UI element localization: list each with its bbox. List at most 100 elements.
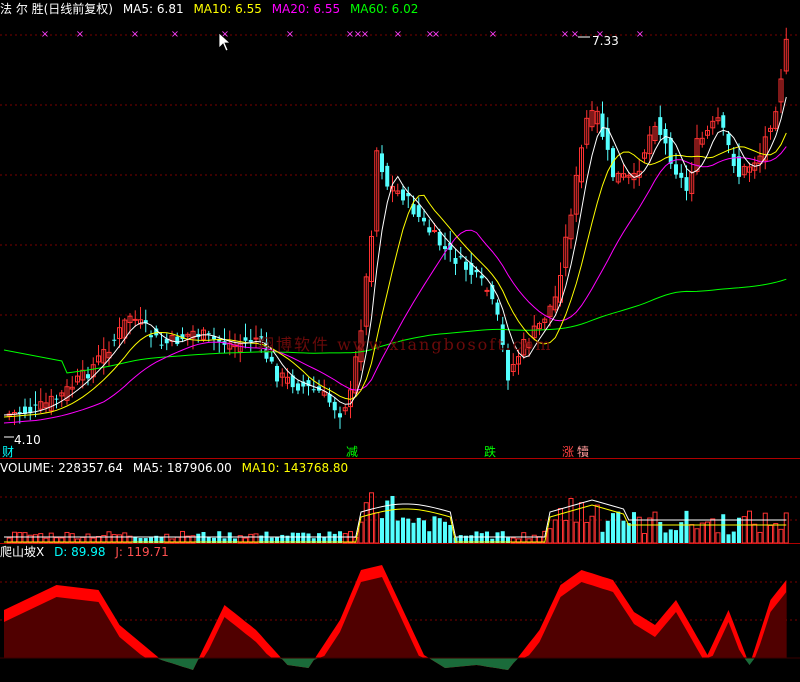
watermark: 翔博软件 www.xiangbosoft.com xyxy=(258,335,553,354)
candle-body-down xyxy=(731,153,736,167)
volume-bar-down xyxy=(605,520,610,543)
candle-body-down xyxy=(679,172,684,178)
signal-label-2: 减 xyxy=(346,445,359,459)
volume-ma5-readout: MA5: 187906.00 xyxy=(132,461,232,475)
volume-bar-up xyxy=(768,524,773,544)
indicator-d-readout: D: 89.98 xyxy=(54,545,106,559)
volume-bar-down xyxy=(443,521,447,543)
volume-bar-up xyxy=(122,532,128,544)
candle-body-down xyxy=(112,339,117,341)
volume-bar-down xyxy=(290,532,295,543)
candle-body-down xyxy=(726,133,731,146)
candle-body-down xyxy=(684,177,689,191)
volume-bar-up xyxy=(374,512,380,544)
candle-body-down xyxy=(464,261,468,270)
candle-body-down xyxy=(243,337,248,341)
candle-body-down xyxy=(401,189,405,201)
candle-body-up xyxy=(432,230,437,233)
candle-body-down xyxy=(600,113,605,137)
candle-body-down xyxy=(437,231,442,246)
volume-bar-down xyxy=(684,510,689,543)
signal-label-4: 涨 xyxy=(562,445,575,459)
volume-bar-up xyxy=(694,528,700,544)
candle-body-down xyxy=(458,256,463,258)
candle-body-up xyxy=(484,289,490,292)
volume-bar-down xyxy=(721,514,726,543)
candle-body-down xyxy=(86,374,90,379)
volume-bar-down xyxy=(427,531,432,543)
candle-body-down xyxy=(427,227,432,233)
volume-bar-down xyxy=(611,513,615,543)
candle-body-down xyxy=(721,115,726,128)
ma10-line xyxy=(3,132,787,418)
volume-bar-down xyxy=(600,531,605,543)
signal-x-marker: × xyxy=(286,29,294,40)
volume-bar-up xyxy=(584,521,590,544)
candle-body-down xyxy=(296,383,300,391)
signal-label-5: 犢 xyxy=(577,445,590,459)
volume-bar-up xyxy=(573,521,579,544)
volume-bar-up xyxy=(752,523,758,544)
volume-bar-down xyxy=(227,532,232,543)
volume-bar-down xyxy=(201,532,206,543)
candle-body-down xyxy=(33,404,38,406)
volume-bar-down xyxy=(380,518,384,543)
indicator-panel-header: 爬山坡X D: 89.98 J: 119.71 xyxy=(0,545,175,559)
signal-x-marker: × xyxy=(171,29,179,40)
volume-bar-up xyxy=(547,528,553,544)
ma5-readout: MA5: 6.81 xyxy=(122,2,184,16)
volume-bar-down xyxy=(401,517,405,543)
volume-bar-down xyxy=(632,512,636,543)
volume-bar-down xyxy=(731,531,736,543)
volume-bar-up xyxy=(642,533,647,544)
volume-bar-up xyxy=(363,502,369,544)
candle-body-down xyxy=(737,156,741,177)
candle-body-down xyxy=(149,335,153,338)
indicator-name: 爬山坡X xyxy=(0,545,45,559)
candle-body-down xyxy=(674,164,678,175)
signal-x-marker: × xyxy=(361,29,369,40)
candle-body-up xyxy=(132,318,138,321)
low-price-label: 4.10 xyxy=(14,433,41,447)
volume-bar-down xyxy=(390,495,395,543)
volume-bar-up xyxy=(552,519,558,544)
volume-bar-down xyxy=(422,520,426,543)
signal-x-marker: × xyxy=(76,29,84,40)
candle-body-down xyxy=(206,333,211,335)
volume-bar-down xyxy=(495,532,500,543)
volume-bar-up xyxy=(757,531,763,544)
volume-bar-down xyxy=(395,520,400,543)
volume-panel-header: VOLUME: 228357.64 MA5: 187906.00 MA10: 1… xyxy=(0,461,354,475)
volume-bar-up xyxy=(715,532,721,544)
volume-bar-up xyxy=(22,532,28,544)
volume-bar-up xyxy=(783,512,789,544)
signal-label-3: 跌 xyxy=(484,445,497,459)
candle-body-down xyxy=(385,165,390,187)
candle-body-down xyxy=(175,336,180,345)
volume-bar-down xyxy=(626,523,631,543)
candle-body-down xyxy=(658,117,663,135)
price-panel-header: 法 尔 胜(日线前复权) MA5: 6.81 MA10: 6.55 MA20: … xyxy=(0,2,424,16)
volume-bar-down xyxy=(432,516,437,543)
volume-readout: VOLUME: 228357.64 xyxy=(0,461,123,475)
volume-ma10-readout: MA10: 143768.80 xyxy=(241,461,349,475)
ma60-readout: MA60: 6.02 xyxy=(349,2,419,16)
indicator-negative-area xyxy=(4,658,787,670)
ma60-line xyxy=(3,278,787,374)
volume-bar-up xyxy=(773,523,779,544)
candle-body-down xyxy=(338,413,342,418)
volume-bar-up xyxy=(747,510,752,544)
volume-bar-down xyxy=(668,529,673,543)
volume-bar-down xyxy=(385,500,390,543)
indicator-j-readout: J: 119.71 xyxy=(115,545,169,559)
volume-bar-up xyxy=(563,519,569,544)
candle-body-down xyxy=(159,344,164,346)
signal-x-marker: × xyxy=(561,29,569,40)
volume-bar-down xyxy=(301,532,306,543)
volume-bar-down xyxy=(411,522,416,543)
volume-bar-up xyxy=(369,492,374,544)
volume-bar-down xyxy=(726,534,731,543)
volume-bar-down xyxy=(448,524,453,543)
volume-bar-down xyxy=(616,511,621,543)
volume-bar-up xyxy=(12,531,17,544)
